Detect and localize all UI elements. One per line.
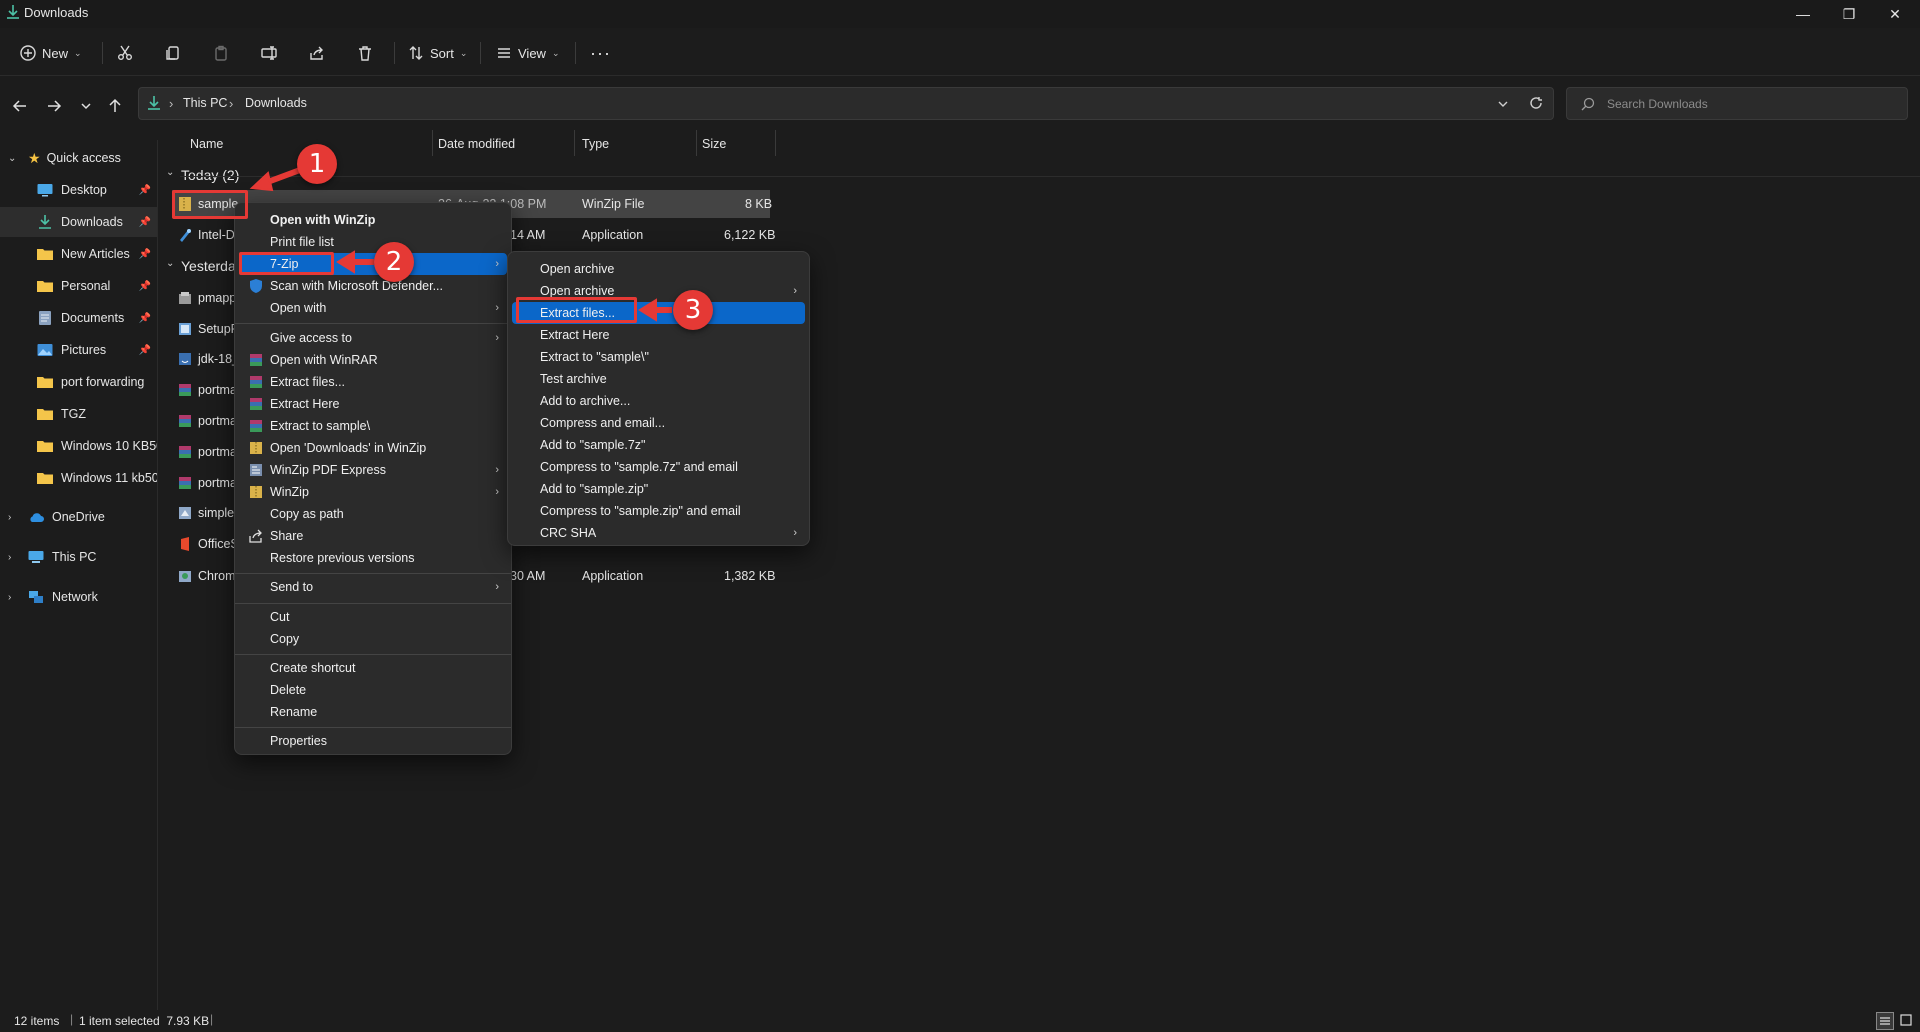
step-badge-3: 3 [673,290,713,330]
annotation-arrows [249,167,672,322]
tiles-view-button[interactable] [1898,1012,1916,1030]
arrow-head-icon [638,298,657,322]
status-selection: 1 item selected 7.93 KB [79,1014,210,1028]
status-bar: 12 items | 1 item selected 7.93 KB | [0,1010,1920,1032]
large-icons-view-icon [1900,1014,1912,1026]
status-divider: | [210,1012,214,1026]
arrow-head-icon [336,250,355,274]
step-badge-1: 1 [297,144,337,184]
arrow-head-icon [249,171,274,192]
status-item-count: 12 items [14,1014,60,1028]
details-view-button[interactable] [1876,1012,1894,1030]
status-divider: | [70,1012,74,1026]
details-view-icon [1880,1017,1890,1025]
step-badge-2: 2 [374,242,414,282]
